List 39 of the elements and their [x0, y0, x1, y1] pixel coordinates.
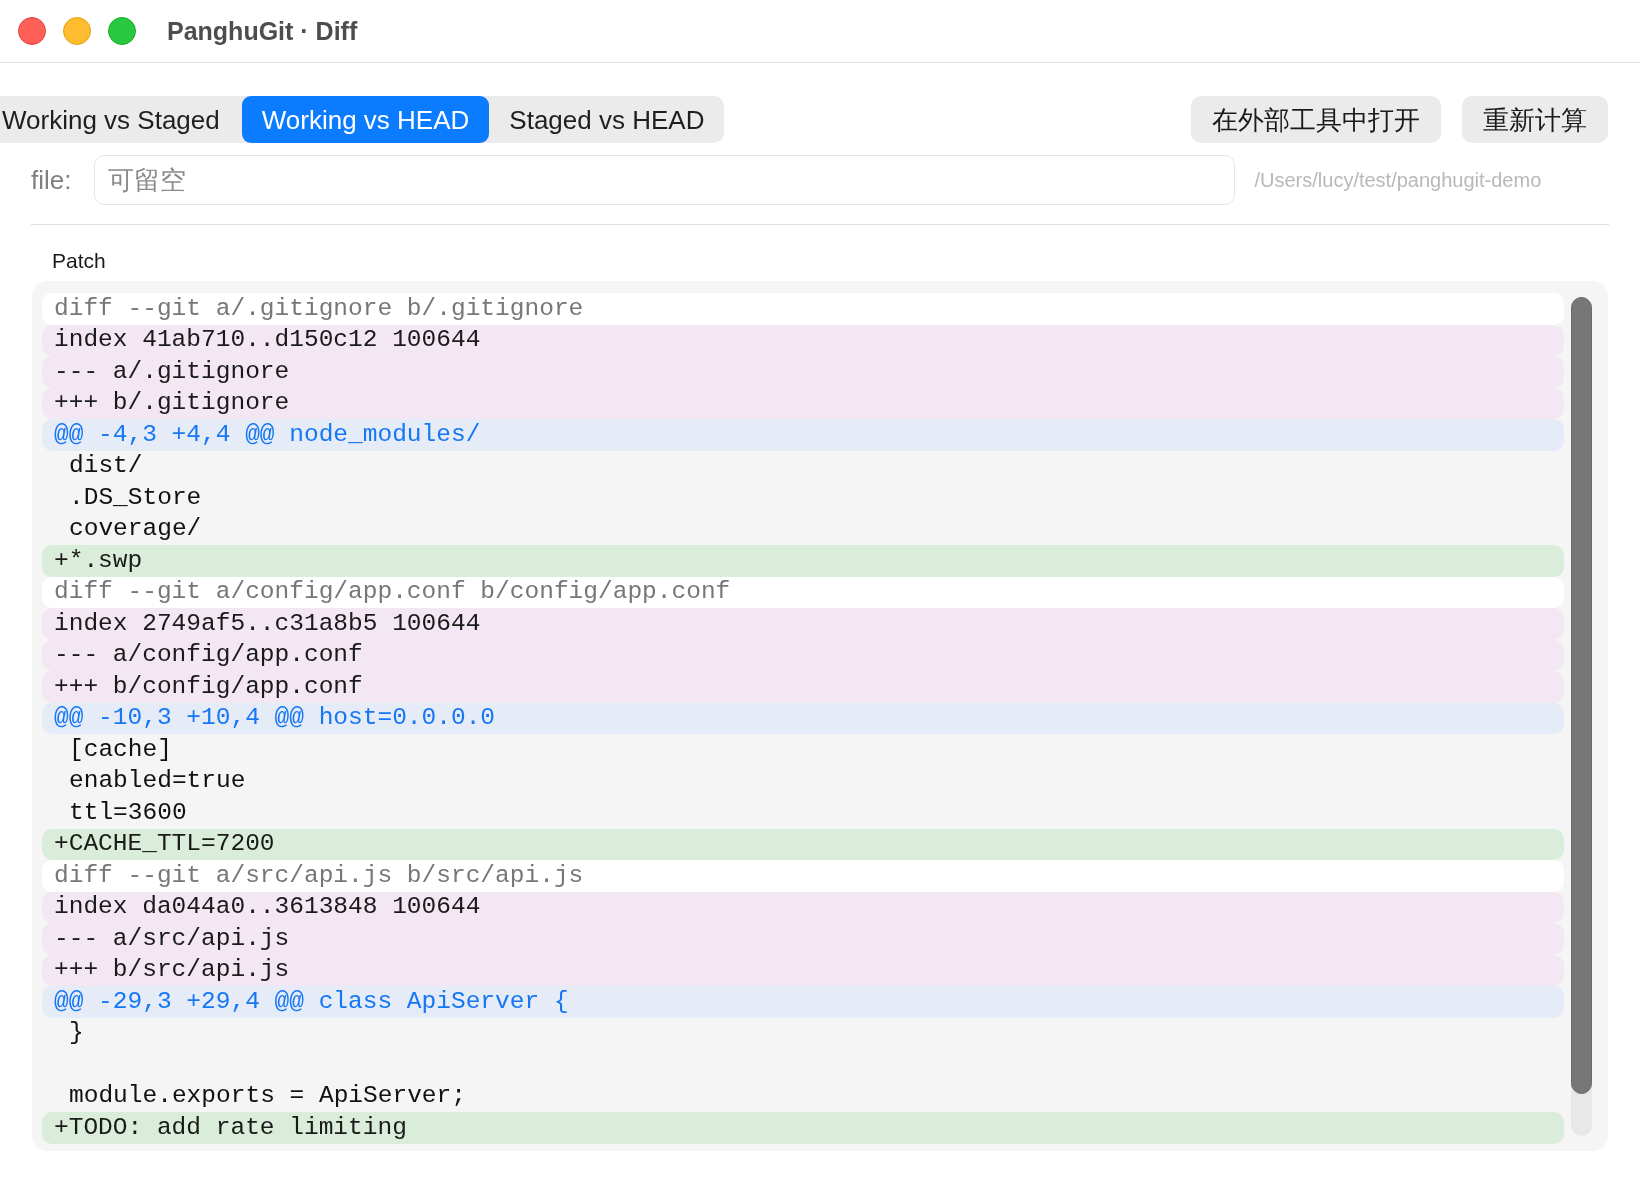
- diff-meta-line: index da044a0..3613848 100644: [42, 891, 1564, 923]
- hunk-header-line: @@ -10,3 +10,4 @@ host=0.0.0.0: [42, 702, 1564, 734]
- diff-header-line: diff --git a/.gitignore b/.gitignore: [42, 293, 1564, 325]
- tab[interactable]: Working vs Staged: [0, 96, 242, 143]
- added-line: +CACHE_TTL=7200: [42, 828, 1564, 860]
- action-button[interactable]: 重新计算: [1462, 96, 1608, 143]
- repo-path: /Users/lucy/test/panghugit-demo: [1254, 170, 1542, 190]
- file-input[interactable]: 可留空: [94, 155, 1236, 205]
- diff-header-line: diff --git a/src/api.js b/src/api.js: [42, 860, 1564, 892]
- diff-meta-line: +++ b/src/api.js: [42, 954, 1564, 986]
- diff-header-line: diff --git a/config/app.conf b/config/app.conf: [42, 576, 1564, 608]
- context-line: enabled=true: [69, 769, 246, 794]
- close-icon[interactable]: [18, 17, 46, 45]
- diff-meta-line: --- a/.gitignore: [42, 356, 1564, 388]
- added-line: +*.swp: [42, 545, 1564, 577]
- file-label: file:: [31, 167, 72, 193]
- tab[interactable]: Working vs HEAD: [241, 96, 490, 143]
- hunk-header-line: @@ -4,3 +4,4 @@ node_modules/: [42, 419, 1564, 451]
- context-line: .DS_Store: [69, 485, 202, 510]
- window-title: PanghuGit · Diff: [167, 18, 358, 44]
- action-button[interactable]: 在外部工具中打开: [1191, 96, 1441, 143]
- context-line: [cache]: [69, 737, 172, 762]
- diff-meta-line: +++ b/config/app.conf: [42, 671, 1564, 703]
- diff-meta-line: --- a/src/api.js: [42, 923, 1564, 955]
- minimize-icon[interactable]: [63, 17, 91, 45]
- diff-meta-line: +++ b/.gitignore: [42, 387, 1564, 419]
- context-line: }: [69, 1021, 84, 1046]
- hunk-header-line: @@ -29,3 +29,4 @@ class ApiServer {: [42, 986, 1564, 1018]
- diff-meta-line: index 2749af5..c31a8b5 100644: [42, 608, 1564, 640]
- context-line: dist/: [69, 454, 143, 479]
- tab[interactable]: Staged vs HEAD: [489, 96, 725, 143]
- zoom-icon[interactable]: [108, 17, 136, 45]
- context-line: ttl=3600: [69, 800, 187, 825]
- patch-label: Patch: [52, 249, 106, 271]
- added-line: +TODO: add rate limiting: [42, 1112, 1564, 1144]
- diff-meta-line: --- a/config/app.conf: [42, 639, 1564, 671]
- context-line: module.exports = ApiServer;: [69, 1084, 466, 1109]
- context-line: coverage/: [69, 517, 202, 542]
- diff-meta-line: index 41ab710..d150c12 100644: [42, 324, 1564, 356]
